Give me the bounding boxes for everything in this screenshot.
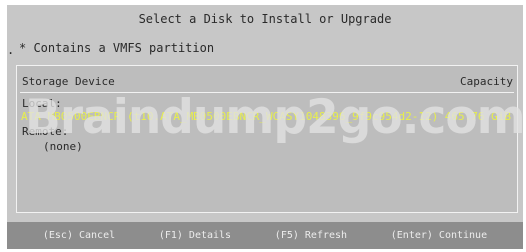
remote-none-item: (none): [43, 140, 83, 153]
installer-dialog: Select a Disk to Install or Upgrade . * …: [7, 5, 526, 249]
left-marker: .: [7, 43, 15, 57]
local-group-label: Local:: [22, 97, 62, 110]
column-header-capacity: Capacity: [460, 75, 513, 88]
footer-bar: (Esc) Cancel (F1) Details (F5) Refresh (…: [7, 222, 523, 249]
remote-group-label: Remote:: [22, 125, 69, 138]
disk-capacity: 465.76 GiB: [444, 110, 511, 123]
cancel-action[interactable]: (Esc) Cancel: [43, 230, 115, 241]
details-action[interactable]: (F1) Details: [159, 230, 231, 241]
header-divider: [20, 92, 514, 93]
dialog-title: Select a Disk to Install or Upgrade: [138, 12, 392, 26]
disk-list-panel: Storage Device Capacity Local: ATA MB050…: [16, 65, 526, 213]
disk-name: ATA MB0500EBNCR (t10.ATA_MB0500EBNCR_WCA…: [21, 110, 439, 123]
vmfs-legend: * Contains a VMFS partition: [19, 41, 215, 55]
column-header-device: Storage Device: [22, 75, 115, 88]
refresh-action[interactable]: (F5) Refresh: [275, 230, 347, 241]
continue-action[interactable]: (Enter) Continue: [391, 230, 487, 241]
disk-row-selected[interactable]: ATA MB0500EBNCR (t10.ATA_MB0500EBNCR_WCA…: [21, 110, 511, 124]
